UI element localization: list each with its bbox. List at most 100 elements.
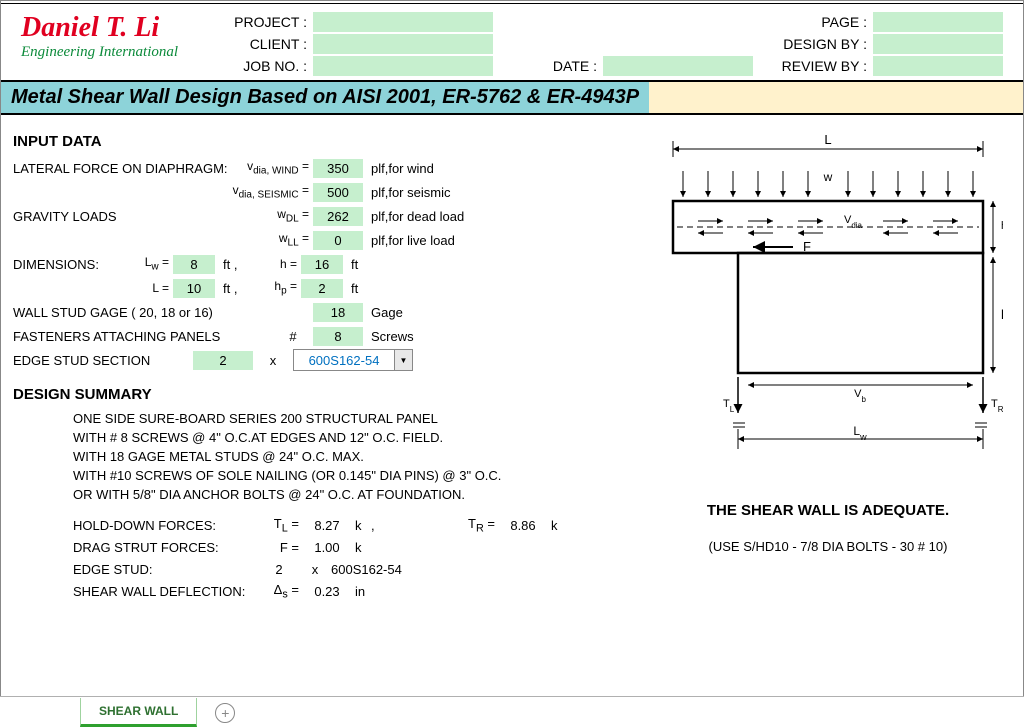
edge-stud-x: x — [253, 353, 293, 368]
stud-gage-label: WALL STUD GAGE ( 20, 18 or 16) — [13, 305, 313, 320]
page-title: Metal Shear Wall Design Based on AISI 20… — [1, 82, 649, 113]
vdia-seismic-unit: plf,for seismic — [363, 185, 450, 200]
adequacy-result: THE SHEAR WALL IS ADEQUATE. — [645, 502, 1011, 519]
svg-text:TL: TL — [723, 398, 735, 414]
f-var: F = — [259, 540, 299, 555]
page-label: PAGE : — [753, 12, 873, 32]
vdia-seismic-input[interactable]: 500 — [313, 183, 363, 202]
page-input[interactable] — [873, 12, 1003, 32]
wdl-input[interactable]: 262 — [313, 207, 363, 226]
svg-text:Vdia: Vdia — [844, 214, 863, 230]
ft-3: ft , — [215, 281, 251, 296]
reviewby-input[interactable] — [873, 56, 1003, 76]
hp-var: hp = — [251, 279, 301, 296]
edge-stud-dropdown[interactable]: 600S162-54 ▼ — [293, 349, 413, 371]
svg-text:L: L — [824, 132, 831, 147]
edge-stud-qty-input[interactable]: 2 — [193, 351, 253, 370]
dimensions-label: DIMENSIONS: — [13, 257, 123, 272]
title-spacer — [649, 82, 1023, 113]
right-panel: L w Vdia F hp h Vb TL TR — [645, 129, 1011, 602]
vdia-wind-input[interactable]: 350 — [313, 159, 363, 178]
designby-input[interactable] — [873, 34, 1003, 54]
header-fields: PROJECT : PAGE : CLIENT : DESIGN BY : JO… — [193, 12, 1003, 76]
comma: , — [371, 518, 377, 533]
jobno-label: JOB NO. : — [193, 56, 313, 76]
h-input[interactable]: 16 — [301, 255, 343, 274]
client-label: CLIENT : — [193, 34, 313, 54]
chevron-down-icon[interactable]: ▼ — [394, 350, 412, 370]
svg-text:F: F — [803, 239, 811, 254]
h-var: h = — [251, 257, 301, 271]
svg-text:Vb: Vb — [854, 388, 866, 404]
fasteners-hash: # — [273, 329, 313, 344]
date-label: DATE : — [493, 56, 603, 76]
title-bar: Metal Shear Wall Design Based on AISI 20… — [1, 80, 1023, 115]
ft-1: ft , — [215, 257, 251, 272]
svg-text:h: h — [1001, 307, 1003, 322]
ft-4: ft — [343, 281, 358, 296]
drag-strut-label: DRAG STRUT FORCES: — [73, 540, 253, 555]
hp-input[interactable]: 2 — [301, 279, 343, 298]
wll-unit: plf,for live load — [363, 233, 455, 248]
f-value: 1.00 — [305, 540, 349, 555]
stud-gage-input[interactable]: 18 — [313, 303, 363, 322]
logo-name: Daniel T. Li — [21, 12, 193, 44]
fasteners-input[interactable]: 8 — [313, 327, 363, 346]
es-x: x — [305, 562, 325, 577]
f-unit: k — [355, 540, 365, 555]
reviewby-label: REVIEW BY : — [753, 56, 873, 76]
designby-label: DESIGN BY : — [753, 34, 873, 54]
deflection-unit: in — [355, 584, 365, 599]
fasteners-unit: Screws — [363, 329, 414, 344]
deflection-value: 0.23 — [305, 584, 349, 599]
svg-text:w: w — [823, 170, 833, 184]
vdia-wind-var: vdia, WIND = — [223, 159, 313, 176]
vdia-seismic-var: vdia, SEISMIC = — [223, 183, 313, 200]
tl-unit: k — [355, 518, 365, 533]
l-input[interactable]: 10 — [173, 279, 215, 298]
summary-line-2: WITH # 8 SCREWS @ 4" O.C.AT EDGES AND 12… — [13, 428, 633, 447]
header-block: Daniel T. Li Engineering International P… — [1, 3, 1023, 80]
edge-stud-summary-label: EDGE STUD: — [73, 562, 253, 577]
gravity-loads-label: GRAVITY LOADS — [13, 209, 223, 224]
lateral-force-label: LATERAL FORCE ON DIAPHRAGM: — [13, 161, 223, 176]
svg-text:TR: TR — [991, 398, 1003, 414]
fasteners-label: FASTENERS ATTACHING PANELS — [13, 329, 273, 344]
wll-input[interactable]: 0 — [313, 231, 363, 250]
deflection-var: Δs = — [259, 582, 299, 601]
summary-line-4: WITH #10 SCREWS OF SOLE NAILING (OR 0.14… — [13, 466, 633, 485]
design-summary-heading: DESIGN SUMMARY — [13, 386, 633, 403]
wdl-unit: plf,for dead load — [363, 209, 464, 224]
ft-2: ft — [343, 257, 358, 272]
deflection-label: SHEAR WALL DEFLECTION: — [73, 584, 253, 599]
es-section: 600S162-54 — [331, 562, 402, 577]
summary-line-5: OR WITH 5/8" DIA ANCHOR BOLTS @ 24" O.C.… — [13, 485, 633, 504]
tr-unit: k — [551, 518, 561, 533]
hold-down-label: HOLD-DOWN FORCES: — [73, 518, 253, 533]
project-input[interactable] — [313, 12, 493, 32]
wll-var: wLL = — [223, 231, 313, 248]
date-input[interactable] — [603, 56, 753, 76]
tr-var: TR = — [459, 516, 495, 535]
stud-gage-unit: Gage — [363, 305, 403, 320]
sheet-tabs: SHEAR WALL + — [0, 696, 1024, 728]
jobno-input[interactable] — [313, 56, 493, 76]
left-panel: INPUT DATA LATERAL FORCE ON DIAPHRAGM: v… — [13, 129, 633, 602]
summary-line-1: ONE SIDE SURE-BOARD SERIES 200 STRUCTURA… — [13, 409, 633, 428]
l-var: L = — [123, 281, 173, 295]
vdia-wind-unit: plf,for wind — [363, 161, 434, 176]
tr-value: 8.86 — [501, 518, 545, 533]
edge-stud-selected: 600S162-54 — [294, 351, 394, 370]
summary-line-3: WITH 18 GAGE METAL STUDS @ 24" O.C. MAX. — [13, 447, 633, 466]
svg-text:hp: hp — [1001, 220, 1003, 236]
es-qty: 2 — [259, 562, 299, 577]
wdl-var: wDL = — [223, 207, 313, 224]
edge-stud-label: EDGE STUD SECTION — [13, 353, 193, 368]
logo-subtitle: Engineering International — [21, 44, 193, 61]
tab-shear-wall[interactable]: SHEAR WALL — [80, 698, 197, 727]
lw-input[interactable]: 8 — [173, 255, 215, 274]
client-input[interactable] — [313, 34, 493, 54]
input-data-heading: INPUT DATA — [13, 133, 633, 150]
add-sheet-button[interactable]: + — [215, 703, 235, 723]
tl-value: 8.27 — [305, 518, 349, 533]
